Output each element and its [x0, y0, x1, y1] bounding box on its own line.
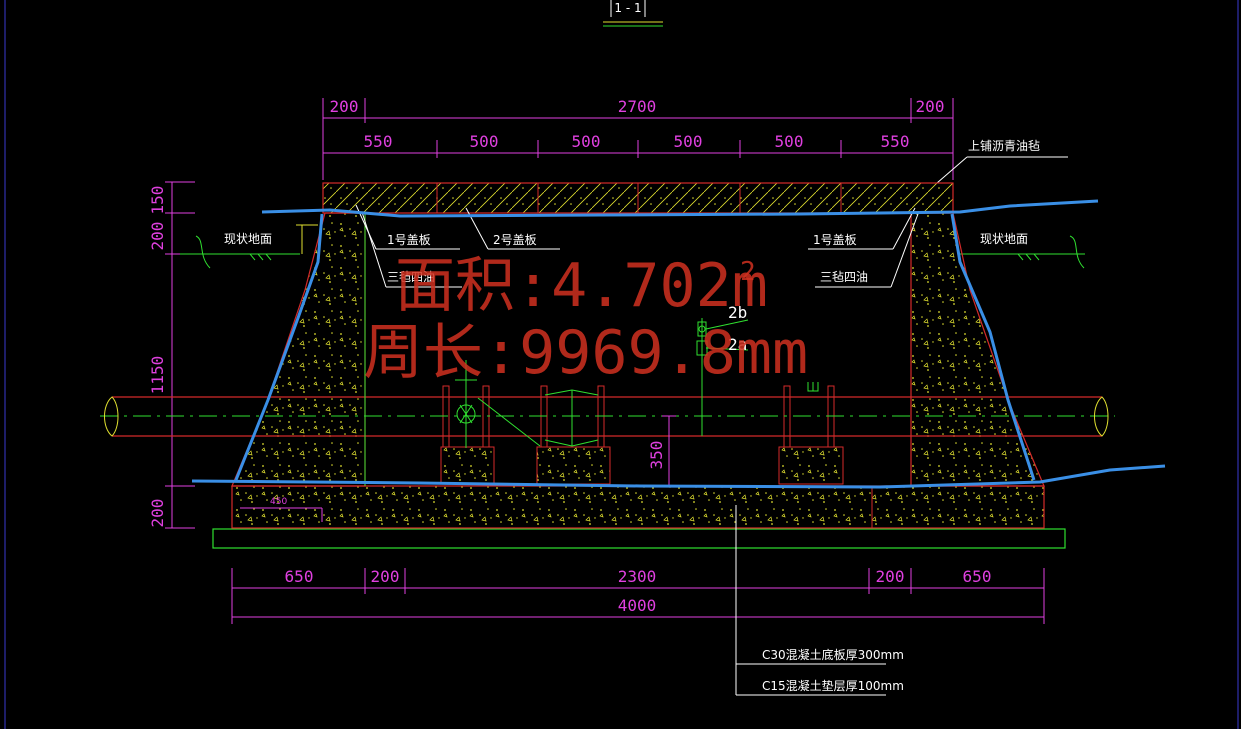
- dim-bottom-2300: 2300: [618, 567, 657, 586]
- cover-plate-1-right-label: 1号盖板: [813, 233, 857, 247]
- dim-v-1150: 1150: [148, 356, 167, 395]
- perimeter-readout: 周长:9969.8mm: [363, 318, 808, 388]
- section-mark: 1 - 1: [603, 0, 663, 27]
- pipe-support-2: [536, 385, 611, 485]
- top-coating-leader: 上铺沥青油毡: [936, 139, 1068, 184]
- measurement-overlay: 面积:4.702m 2 周长:9969.8mm: [363, 251, 808, 388]
- top-coating-label: 上铺沥青油毡: [968, 139, 1040, 153]
- dim-seg-5: 500: [775, 132, 804, 151]
- cover-plate-1-left-label: 1号盖板: [387, 233, 431, 247]
- drawing-canvas: 1 - 1 200 2700 200 550 500 500 500 500 5…: [4, 0, 1239, 729]
- dim-seg-6: 550: [881, 132, 910, 151]
- bottom-slab-label: C30混凝土底板厚300mm: [762, 647, 904, 662]
- pipe-support-3: [778, 385, 844, 485]
- area-readout: 面积:4.702m: [395, 251, 768, 321]
- dim-seg-1: 550: [364, 132, 393, 151]
- slope-mark-label: 450: [270, 497, 287, 507]
- bottom-dimension-labels: 650 200 2300 200 650 4000: [285, 567, 992, 615]
- section-label: 1 - 1: [614, 1, 641, 15]
- ground-right: 现状地面: [960, 232, 1085, 269]
- dim-seg-2: 500: [470, 132, 499, 151]
- dim-v-150: 150: [148, 186, 167, 215]
- area-superscript: 2: [740, 257, 756, 287]
- existing-ground-left-label: 现状地面: [224, 232, 272, 246]
- left-vertical-dimension: [165, 181, 195, 529]
- dim-top-right: 200: [916, 97, 945, 116]
- cushion-layer-outline: [212, 528, 1066, 549]
- dim-seg-3: 500: [572, 132, 601, 151]
- dim-v-200-bottom: 200: [148, 499, 167, 528]
- dim-seg-4: 500: [674, 132, 703, 151]
- cushion-layer-label: C15混凝土垫层厚100mm: [762, 678, 904, 693]
- dim-v-200-top: 200: [148, 222, 167, 251]
- pipe-height-dimension: 350: [647, 415, 676, 486]
- dim-top-middle: 2700: [618, 97, 657, 116]
- reducer-icon: [544, 389, 599, 447]
- dim-top-left: 200: [330, 97, 359, 116]
- dim-bottom-total: 4000: [618, 596, 657, 615]
- flange-marker: [807, 382, 819, 392]
- bottom-annotations: C30混凝土底板厚300mm C15混凝土垫层厚100mm: [735, 505, 904, 696]
- top-dimension-labels: 200 2700 200 550 500 500 500 500 550: [330, 97, 945, 151]
- ground-left: 现状地面: [180, 224, 318, 269]
- dim-bottom-200-right: 200: [876, 567, 905, 586]
- dim-bottom-200-left: 200: [371, 567, 400, 586]
- dim-bottom-650-right: 650: [963, 567, 992, 586]
- cover-plate-2-label: 2号盖板: [493, 233, 537, 247]
- dim-350: 350: [647, 441, 666, 470]
- left-vertical-labels: 150 200 1150 200: [148, 186, 167, 528]
- existing-ground-right-label: 现状地面: [980, 232, 1028, 246]
- bottom-slab: [231, 485, 1045, 529]
- felt-right-label: 三毡四油: [820, 270, 868, 284]
- pipe-support-1: [440, 385, 495, 485]
- dim-bottom-650-left: 650: [285, 567, 314, 586]
